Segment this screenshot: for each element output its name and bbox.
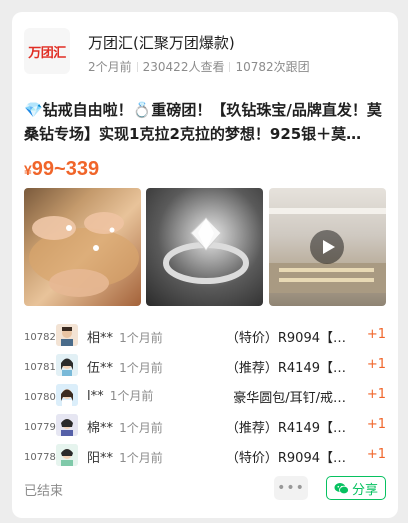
- view-count: 230422人查看: [142, 60, 225, 74]
- group-header[interactable]: 万团汇 万团汇(汇聚万团爆款) 2个月前 230422人查看 10782次跟团: [24, 26, 386, 82]
- divider: [229, 61, 231, 72]
- product-title[interactable]: 💎钻戒自由啦！💍重磅团！【玖钻珠宝/品牌直发！莫桑钻专场】实现1克拉2克拉的梦想…: [24, 98, 384, 146]
- order-time: 1个月前: [119, 331, 163, 345]
- avatar: [56, 354, 78, 376]
- avatar: [56, 384, 78, 406]
- list-item[interactable]: 10779 棉** 1个月前 （推荐）R4149【… +1: [24, 412, 386, 442]
- share-label: 分享: [351, 482, 378, 498]
- buyer-name: l** 1个月前: [87, 389, 154, 404]
- group-name[interactable]: 万团汇(汇聚万团爆款): [88, 32, 235, 53]
- order-item: （特价）R9094【…: [225, 451, 346, 466]
- order-number: 10779: [24, 422, 56, 433]
- buyer-name: 相** 1个月前: [87, 331, 163, 346]
- product-images: [24, 188, 386, 306]
- buyer-name: 棉** 1个月前: [87, 421, 163, 436]
- order-time: 1个月前: [119, 361, 163, 375]
- order-quantity: +1: [366, 417, 386, 432]
- order-time: 1个月前: [119, 421, 163, 435]
- order-number: 10778: [24, 452, 56, 463]
- order-quantity: +1: [366, 357, 386, 372]
- order-number: 10780: [24, 392, 56, 403]
- share-button[interactable]: 分享: [326, 476, 386, 500]
- order-quantity: +1: [366, 327, 386, 342]
- list-item[interactable]: 10781 伍** 1个月前 （推荐）R4149【… +1: [24, 352, 386, 382]
- order-item: （推荐）R4149【…: [225, 421, 346, 436]
- posted-time: 2个月前: [88, 60, 132, 74]
- list-item[interactable]: 10782 相** 1个月前 （特价）R9094【… +1: [24, 322, 386, 352]
- jewelry-store-video[interactable]: [269, 188, 386, 306]
- status-label: 已结束: [24, 484, 64, 499]
- order-time: 1个月前: [119, 451, 163, 465]
- divider: [136, 61, 138, 72]
- buyer-name: 阳** 1个月前: [87, 451, 163, 466]
- list-item[interactable]: 10778 阳** 1个月前 （特价）R9094【… +1: [24, 442, 386, 472]
- follow-count: 10782次跟团: [235, 60, 310, 74]
- wechat-icon: [334, 482, 349, 494]
- avatar: [56, 444, 78, 466]
- group-card[interactable]: 万团汇 万团汇(汇聚万团爆款) 2个月前 230422人查看 10782次跟团 …: [12, 12, 398, 518]
- price-range: ¥99~339: [24, 158, 99, 181]
- list-item[interactable]: 10780 l** 1个月前 豪华圆包/耳钉/戒… +1: [24, 382, 386, 412]
- order-number: 10782: [24, 332, 56, 343]
- order-list: 10782 相** 1个月前 （特价）R9094【… +1 10781 伍** …: [24, 322, 386, 472]
- order-item: 豪华圆包/耳钉/戒…: [233, 391, 346, 406]
- hands-with-rings-photo[interactable]: [24, 188, 141, 306]
- price-value: 99~339: [31, 158, 100, 180]
- order-item: （推荐）R4149【…: [225, 361, 346, 376]
- order-time: 1个月前: [109, 389, 154, 403]
- currency-symbol: ¥: [24, 162, 32, 178]
- avatar: [56, 324, 78, 346]
- order-quantity: +1: [366, 447, 386, 462]
- avatar: [56, 414, 78, 436]
- diamond-ring-photo[interactable]: [146, 188, 263, 306]
- buyer-name: 伍** 1个月前: [87, 361, 163, 376]
- card-footer: 已结束 ••• 分享: [24, 476, 386, 502]
- group-logo: 万团汇: [24, 28, 70, 74]
- play-icon[interactable]: [310, 230, 344, 264]
- order-quantity: +1: [366, 387, 386, 402]
- group-meta: 2个月前 230422人查看 10782次跟团: [88, 58, 310, 75]
- order-item: （特价）R9094【…: [225, 331, 346, 346]
- more-button[interactable]: •••: [274, 476, 308, 500]
- order-number: 10781: [24, 362, 56, 373]
